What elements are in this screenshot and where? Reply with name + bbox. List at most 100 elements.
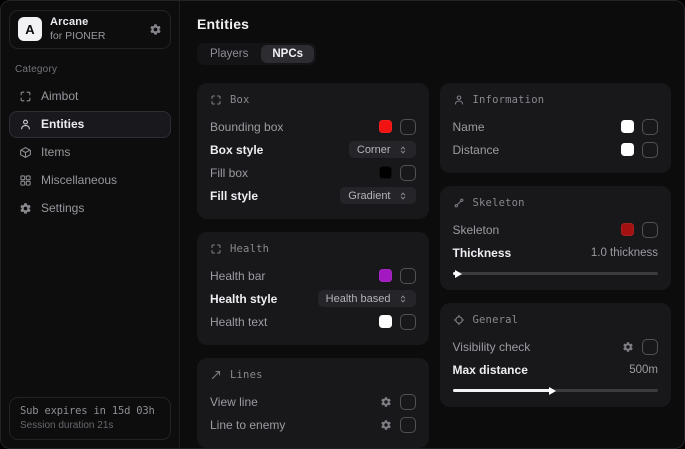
box-style-dropdown[interactable]: Corner (349, 141, 416, 158)
tab-npcs[interactable]: NPCs (261, 45, 314, 63)
sidebar-item-aimbot[interactable]: Aimbot (9, 83, 171, 110)
dropdown-value: Health based (326, 293, 391, 305)
color-swatch[interactable] (379, 269, 392, 282)
health-style-dropdown[interactable]: Health based (318, 290, 416, 307)
skeleton-card: Skeleton Skeleton Thickness 1.0 thicknes… (440, 186, 672, 290)
tab-players[interactable]: Players (199, 45, 259, 63)
slider-handle[interactable] (455, 270, 462, 278)
diagonal-line-icon (210, 369, 222, 381)
setting-label: Box style (210, 143, 263, 157)
slider-value: 1.0 thickness (591, 247, 658, 259)
card-title: General (473, 314, 519, 326)
sidebar-item-label: Items (41, 145, 70, 159)
right-column: Information Name Distance (440, 83, 672, 407)
gear-icon[interactable] (149, 23, 162, 36)
sidebar-item-entities[interactable]: Entities (9, 111, 171, 138)
checkbox[interactable] (400, 417, 416, 433)
setting-label: Fill box (210, 166, 248, 180)
gear-icon[interactable] (380, 396, 392, 408)
card-title: Skeleton (473, 197, 525, 209)
color-swatch[interactable] (379, 120, 392, 133)
gear-icon[interactable] (622, 341, 634, 353)
dropdown-value: Corner (357, 144, 391, 156)
setting-label: Thickness (453, 246, 512, 260)
slider-handle[interactable] (549, 387, 556, 395)
color-swatch[interactable] (621, 223, 634, 236)
brand-text: Arcane for PIONER (50, 16, 141, 43)
checkbox[interactable] (642, 222, 658, 238)
brand-subtitle: for PIONER (50, 30, 141, 43)
setting-label: Skeleton (453, 223, 500, 237)
fill-style-dropdown[interactable]: Gradient (340, 187, 415, 204)
setting-row: Visibility check (453, 335, 659, 358)
setting-row: Health style Health based (210, 287, 416, 310)
category-label: Category (15, 64, 165, 75)
setting-label: Distance (453, 143, 500, 157)
checkbox[interactable] (400, 119, 416, 135)
page-title: Entities (197, 16, 671, 32)
setting-row: Health bar (210, 264, 416, 287)
sidebar-item-settings[interactable]: Settings (9, 195, 171, 222)
sub-expiry-text: Sub expires in 15d 03h (20, 405, 160, 417)
setting-label: Fill style (210, 189, 258, 203)
setting-label: Line to enemy (210, 418, 285, 432)
crosshair-icon (453, 314, 465, 326)
checkbox[interactable] (642, 142, 658, 158)
setting-row: Skeleton (453, 218, 659, 241)
setting-label: Health text (210, 315, 267, 329)
setting-row: Bounding box (210, 115, 416, 138)
setting-row: Box style Corner (210, 138, 416, 161)
setting-label: Name (453, 120, 485, 134)
setting-label: Max distance (453, 363, 528, 377)
unfold-icon (398, 191, 408, 201)
package-icon (19, 146, 32, 159)
thickness-slider[interactable] (453, 269, 659, 278)
checkbox[interactable] (400, 394, 416, 410)
color-swatch[interactable] (621, 120, 634, 133)
setting-label: Health bar (210, 269, 265, 283)
person-icon (453, 94, 465, 106)
checkbox[interactable] (400, 165, 416, 181)
card-title: Information (473, 94, 545, 106)
color-swatch[interactable] (379, 315, 392, 328)
checkbox[interactable] (400, 314, 416, 330)
setting-label: Bounding box (210, 120, 283, 134)
setting-row: Max distance 500m (453, 358, 659, 381)
app-window: A Arcane for PIONER Category Aimbot (0, 0, 685, 449)
color-swatch[interactable] (621, 143, 634, 156)
brackets-icon (210, 243, 222, 255)
color-swatch[interactable] (379, 166, 392, 179)
sidebar-nav: Aimbot Entities Items Miscellaneous (9, 83, 171, 222)
checkbox[interactable] (642, 119, 658, 135)
grid-icon (19, 174, 32, 187)
slider-value: 500m (629, 364, 658, 376)
entity-person-icon (19, 118, 32, 131)
checkbox[interactable] (642, 339, 658, 355)
slider-track[interactable] (453, 272, 659, 275)
setting-row: Thickness 1.0 thickness (453, 241, 659, 264)
brackets-icon (210, 94, 222, 106)
sidebar-item-label: Settings (41, 201, 84, 215)
bone-icon (453, 197, 465, 209)
setting-label: Health style (210, 292, 277, 306)
checkbox[interactable] (400, 268, 416, 284)
setting-row: Fill style Gradient (210, 184, 416, 207)
sidebar-item-miscellaneous[interactable]: Miscellaneous (9, 167, 171, 194)
left-column: Box Bounding box Box style Corner (197, 83, 429, 448)
setting-row: Health text (210, 310, 416, 333)
sidebar-item-label: Entities (41, 117, 84, 131)
unfold-icon (398, 294, 408, 304)
sidebar-item-label: Miscellaneous (41, 173, 117, 187)
main-content: Entities Players NPCs Box Bounding box (180, 1, 684, 448)
setting-row: View line (210, 390, 416, 413)
card-title: Lines (230, 369, 263, 381)
gear-icon[interactable] (380, 419, 392, 431)
sidebar-item-label: Aimbot (41, 89, 78, 103)
max-distance-slider[interactable] (453, 386, 659, 395)
session-duration-text: Session duration 21s (20, 420, 160, 431)
tab-bar: Players NPCs (197, 43, 316, 65)
setting-row: Distance (453, 138, 659, 161)
lines-card: Lines View line Line to enemy (197, 358, 429, 448)
sidebar-item-items[interactable]: Items (9, 139, 171, 166)
general-card: General Visibility check Max distance 50… (440, 303, 672, 407)
